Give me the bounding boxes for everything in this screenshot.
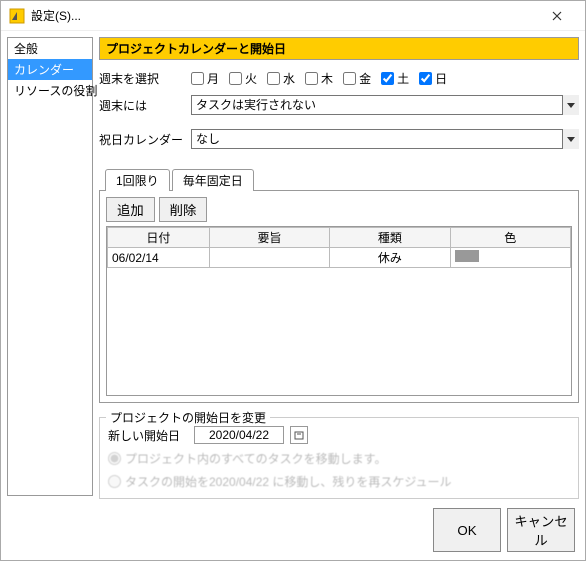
calendar-icon [294, 430, 304, 440]
check-fri[interactable]: 金 [343, 70, 371, 87]
col-color: 色 [450, 228, 570, 248]
app-icon [9, 8, 25, 24]
titlebar: 設定(S)... [1, 1, 585, 31]
cancel-button[interactable]: キャンセル [507, 508, 575, 552]
check-sat[interactable]: 土 [381, 70, 409, 87]
tab-onetime[interactable]: 1回限り [105, 169, 170, 191]
weekend-action-label: 週末には [99, 97, 185, 114]
weekend-action-select[interactable]: タスクは実行されない [191, 95, 579, 115]
new-start-date-label: 新しい開始日 [108, 427, 188, 444]
sidebar-item-calendar[interactable]: カレンダー [8, 59, 92, 80]
delete-button[interactable]: 削除 [159, 197, 208, 222]
section-title: プロジェクトカレンダーと開始日 [99, 37, 579, 60]
reschedule-option: タスクの開始を2020/04/22 に移動し、残りを再スケジュール [108, 473, 570, 490]
check-tue[interactable]: 火 [229, 70, 257, 87]
sidebar-item-resource-roles[interactable]: リソースの役割 [8, 80, 92, 101]
sidebar-item-general[interactable]: 全般 [8, 38, 92, 59]
move-all-option: プロジェクト内のすべてのタスクを移動します。 [108, 450, 570, 467]
add-button[interactable]: 追加 [106, 197, 155, 222]
col-summary: 要旨 [209, 228, 329, 248]
check-sun[interactable]: 日 [419, 70, 447, 87]
check-mon[interactable]: 月 [191, 70, 219, 87]
color-swatch [455, 250, 479, 262]
chevron-down-icon [562, 95, 579, 115]
check-wed[interactable]: 水 [267, 70, 295, 87]
table-row[interactable]: 06/02/14 休み [108, 248, 571, 268]
sidebar: 全般 カレンダー リソースの役割 [7, 37, 93, 496]
date-picker-button[interactable] [290, 426, 308, 444]
ok-button[interactable]: OK [433, 508, 501, 552]
start-date-input[interactable]: 2020/04/22 [194, 426, 284, 444]
check-thu[interactable]: 木 [305, 70, 333, 87]
tab-annual[interactable]: 毎年固定日 [172, 169, 254, 191]
holiday-calendar-select[interactable]: なし [191, 129, 579, 149]
close-button[interactable] [537, 2, 577, 30]
window-title: 設定(S)... [31, 7, 537, 24]
holiday-table: 日付 要旨 種類 色 06/02/14 休み [106, 226, 572, 396]
start-date-group-title: プロジェクトの開始日を変更 [106, 409, 270, 426]
weekday-checkboxes: 月 火 水 木 金 土 日 [191, 70, 447, 87]
col-type: 種類 [330, 228, 450, 248]
weekend-select-label: 週末を選択 [99, 70, 185, 87]
col-date: 日付 [108, 228, 210, 248]
chevron-down-icon [562, 129, 579, 149]
holiday-calendar-label: 祝日カレンダー [99, 131, 185, 148]
